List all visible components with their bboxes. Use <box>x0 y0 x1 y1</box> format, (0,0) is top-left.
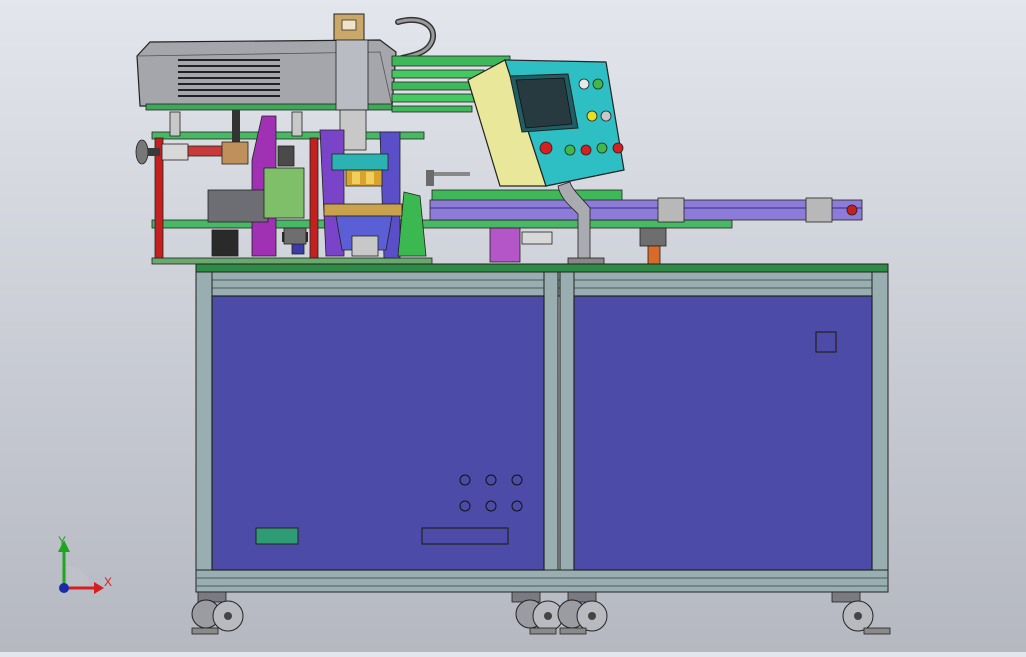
machine-assembly-drawing: Y X <box>58 13 891 635</box>
cabinet-base <box>195 263 889 593</box>
triad-y-label: Y <box>58 534 66 548</box>
caster-wheels <box>191 591 891 635</box>
cover-vent-grille <box>178 59 280 97</box>
cad-viewport[interactable]: Y X <box>0 0 1026 652</box>
triad-x-label: X <box>104 575 112 589</box>
caster-middle-a <box>511 591 564 635</box>
coordinate-triad: Y X <box>58 534 112 594</box>
triad-origin-z <box>59 583 69 593</box>
caster-middle-b <box>557 591 608 635</box>
caster-right <box>831 591 891 635</box>
control-panel-box <box>467 59 625 187</box>
caster-left <box>191 591 244 635</box>
